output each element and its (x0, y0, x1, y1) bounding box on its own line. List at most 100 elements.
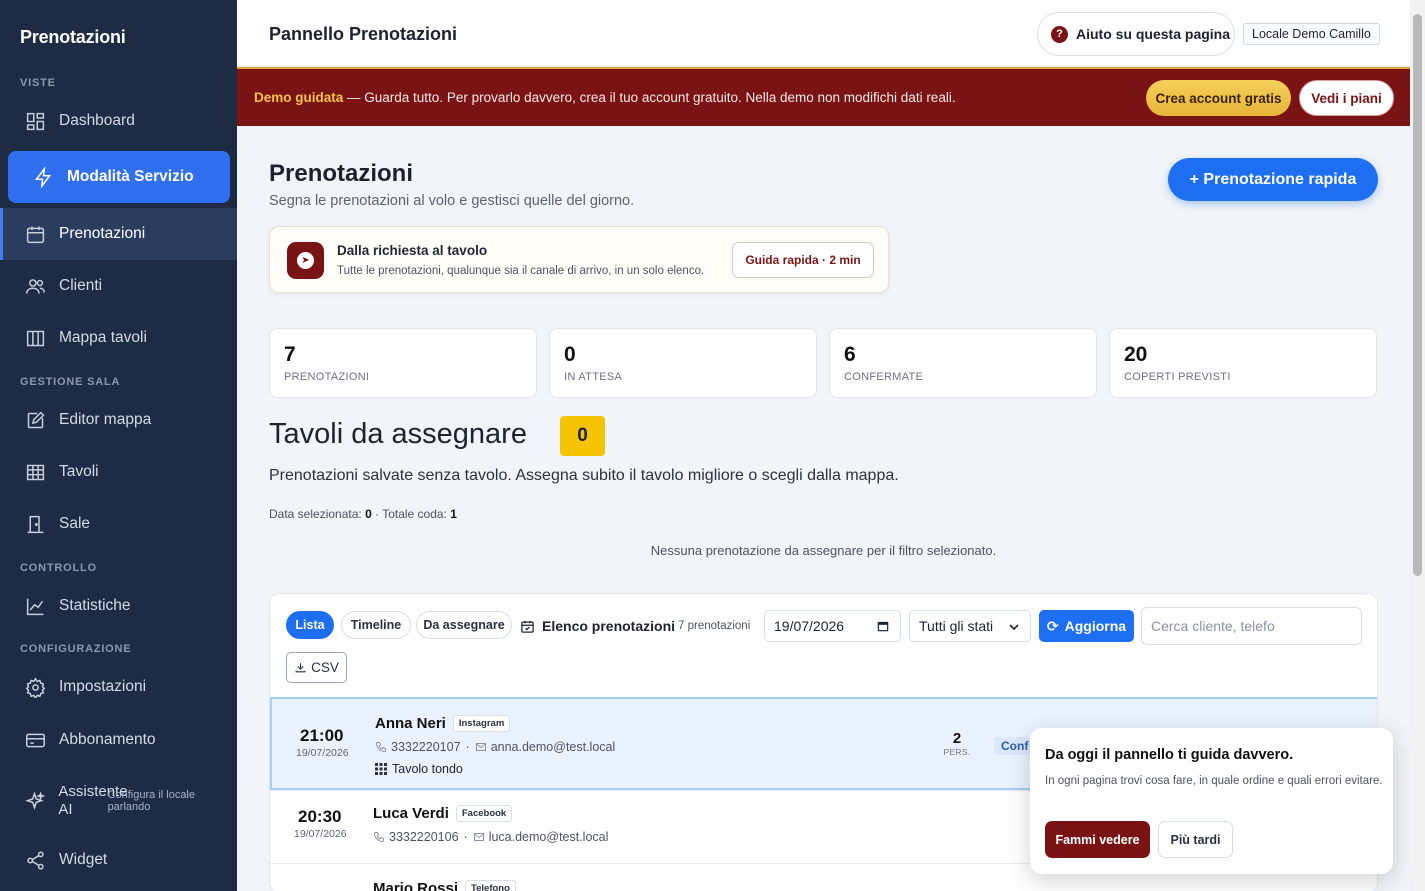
search-input[interactable]: Cerca cliente, telefo (1141, 607, 1362, 645)
help-button[interactable]: ? Aiuto su questa pagina (1037, 12, 1235, 56)
quick-booking-button[interactable]: + Prenotazione rapida (1168, 158, 1378, 201)
guide-subtitle: Tutte le prenotazioni, qualunque sia il … (337, 265, 705, 277)
show-me-button[interactable]: Fammi vedere (1045, 821, 1150, 858)
meta-label: · Totale coda: (371, 507, 451, 521)
sidebar-item-settings[interactable]: Impostazioni (0, 661, 237, 713)
demo-banner: Demo guidata — Guarda tutto. Per provarl… (237, 67, 1410, 126)
create-account-button[interactable]: Crea account gratis (1146, 80, 1291, 116)
popover-title: Da oggi il pannello ti guida davvero. (1045, 747, 1294, 763)
sidebar-item-label: Clienti (59, 277, 103, 294)
booking-table: Tavolo tondo (375, 762, 463, 776)
stat-label: CONFERMATE (844, 371, 924, 383)
booking-date: 19/07/2026 (296, 747, 349, 759)
table-name: Tavolo tondo (392, 762, 463, 776)
status-filter-select[interactable]: Tutti gli stati (909, 610, 1031, 642)
scrollbar-thumb[interactable] (1413, 14, 1422, 576)
section-configurazione: CONFIGURAZIONE (20, 643, 132, 655)
quick-guide-button[interactable]: Guida rapida · 2 min (732, 242, 874, 278)
sidebar-item-map-editor[interactable]: Editor mappa (0, 394, 237, 446)
sidebar-item-label: Prenotazioni (59, 225, 146, 242)
page-subtitle: Segna le prenotazioni al volo e gestisci… (269, 193, 635, 209)
phone-icon (374, 832, 384, 842)
tab-unassigned[interactable]: Da assegnare (416, 611, 512, 639)
client-name: Mario Rossi (373, 880, 459, 891)
empty-state: Nessuna prenotazione da assegnare per il… (650, 543, 997, 558)
later-button[interactable]: Più tardi (1158, 821, 1233, 858)
refresh-button[interactable]: ⟳ Aggiorna (1039, 610, 1134, 642)
unassigned-meta: Data selezionata: 0 · Totale coda: 1 (269, 507, 457, 521)
door-icon (24, 513, 46, 535)
section-gestione-sala: GESTIONE SALA (20, 376, 121, 388)
party-size-value: 2 (952, 730, 962, 747)
sidebar-item-widget[interactable]: Widget (0, 834, 237, 886)
source-badge: Facebook (455, 805, 513, 822)
sidebar-item-label: Modalità Servizio (67, 168, 194, 185)
client-phone: 3332220107 (391, 740, 461, 754)
map-icon (24, 327, 46, 349)
sidebar-item-label: Mappa tavoli (59, 329, 147, 346)
page-header-title: Pannello Prenotazioni (269, 24, 458, 44)
booking-name: Mario Rossi Telefono (373, 880, 516, 891)
stat-card-covers: 20 COPERTI PREVISTI (1109, 328, 1377, 398)
venue-badge[interactable]: Locale Demo Camillo (1243, 23, 1380, 45)
stat-card-confirmed: 6 CONFERMATE (829, 328, 1097, 398)
stat-value: 7 (284, 343, 296, 366)
sidebar-item-bookings[interactable]: Prenotazioni (0, 208, 237, 260)
booking-time: 20:30 (298, 807, 342, 826)
booking-contacts: 3332220106 · luca.demo@test.local (373, 830, 608, 844)
client-phone: 3332220106 (389, 830, 459, 844)
compass-icon: ➤ (287, 242, 324, 279)
booking-name: Luca Verdi Facebook (373, 805, 513, 822)
gear-icon (24, 676, 46, 698)
calendar-check-icon (521, 620, 534, 633)
tab-timeline[interactable]: Timeline (341, 611, 411, 639)
list-title-label: Elenco prenotazioni (542, 618, 676, 634)
calendar-icon (877, 621, 889, 632)
sidebar-item-dashboard[interactable]: Dashboard (0, 95, 237, 147)
sidebar-item-label: Impostazioni (59, 678, 147, 695)
stat-card-bookings: 7 PRENOTAZIONI (269, 328, 537, 398)
tab-list[interactable]: Lista (286, 611, 334, 639)
view-plans-button[interactable]: Vedi i piani (1299, 80, 1394, 116)
sparkle-icon (24, 790, 46, 812)
refresh-label: Aggiorna (1064, 618, 1127, 634)
dashboard-icon (24, 110, 46, 132)
booking-contacts: 3332220107 · anna.demo@test.local (375, 740, 615, 754)
table-grid-icon (24, 461, 46, 483)
sidebar-item-subscription[interactable]: Abbonamento (0, 714, 237, 766)
lightning-icon (32, 166, 54, 188)
sidebar-item-table-map[interactable]: Mappa tavoli (0, 312, 237, 364)
unassigned-count-badge: 0 (560, 416, 605, 456)
unassigned-description: Prenotazioni salvate senza tavolo. Asseg… (269, 467, 899, 484)
sidebar-item-label: Sale (59, 515, 91, 532)
chart-icon (24, 595, 46, 617)
stat-label: IN ATTESA (564, 371, 623, 383)
client-email: anna.demo@test.local (490, 740, 616, 754)
stat-card-pending: 0 IN ATTESA (549, 328, 817, 398)
booking-time: 21:00 (300, 726, 344, 745)
demo-banner-body: — Guarda tutto. Per provarlo davvero, cr… (343, 90, 956, 105)
sidebar-item-label: Statistiche (59, 597, 131, 614)
top-header: Pannello Prenotazioni ? Aiuto su questa … (237, 0, 1410, 67)
sidebar-item-tables[interactable]: Tavoli (0, 446, 237, 498)
sidebar-item-label: Abbonamento (59, 731, 156, 748)
client-name: Luca Verdi (373, 805, 449, 822)
date-input[interactable]: 19/07/2026 (764, 610, 901, 642)
stat-label: PRENOTAZIONI (284, 371, 370, 383)
sidebar-item-clients[interactable]: Clienti (0, 260, 237, 312)
sidebar-item-service-mode[interactable]: Modalità Servizio (8, 151, 230, 203)
guide-card: ➤ Dalla richiesta al tavolo Tutte le pre… (269, 226, 889, 293)
refresh-icon: ⟳ (1046, 617, 1059, 634)
csv-export-button[interactable]: CSV (286, 652, 347, 683)
download-icon (295, 663, 306, 673)
users-icon (24, 275, 46, 297)
sidebar: Prenotazioni VISTE Dashboard Modalità Se… (0, 0, 237, 891)
sidebar-item-stats[interactable]: Statistiche (0, 580, 237, 632)
page-scrollbar[interactable] (1410, 0, 1425, 891)
sidebar-item-label: Widget (59, 851, 108, 868)
sidebar-item-ai-assistant[interactable]: Assistente AI Configura il locale parlan… (0, 775, 237, 827)
stat-value: 20 (1124, 343, 1148, 366)
sidebar-item-rooms[interactable]: Sale (0, 498, 237, 550)
meta-label: Data selezionata: (269, 507, 366, 521)
source-badge: Telefono (465, 880, 516, 891)
